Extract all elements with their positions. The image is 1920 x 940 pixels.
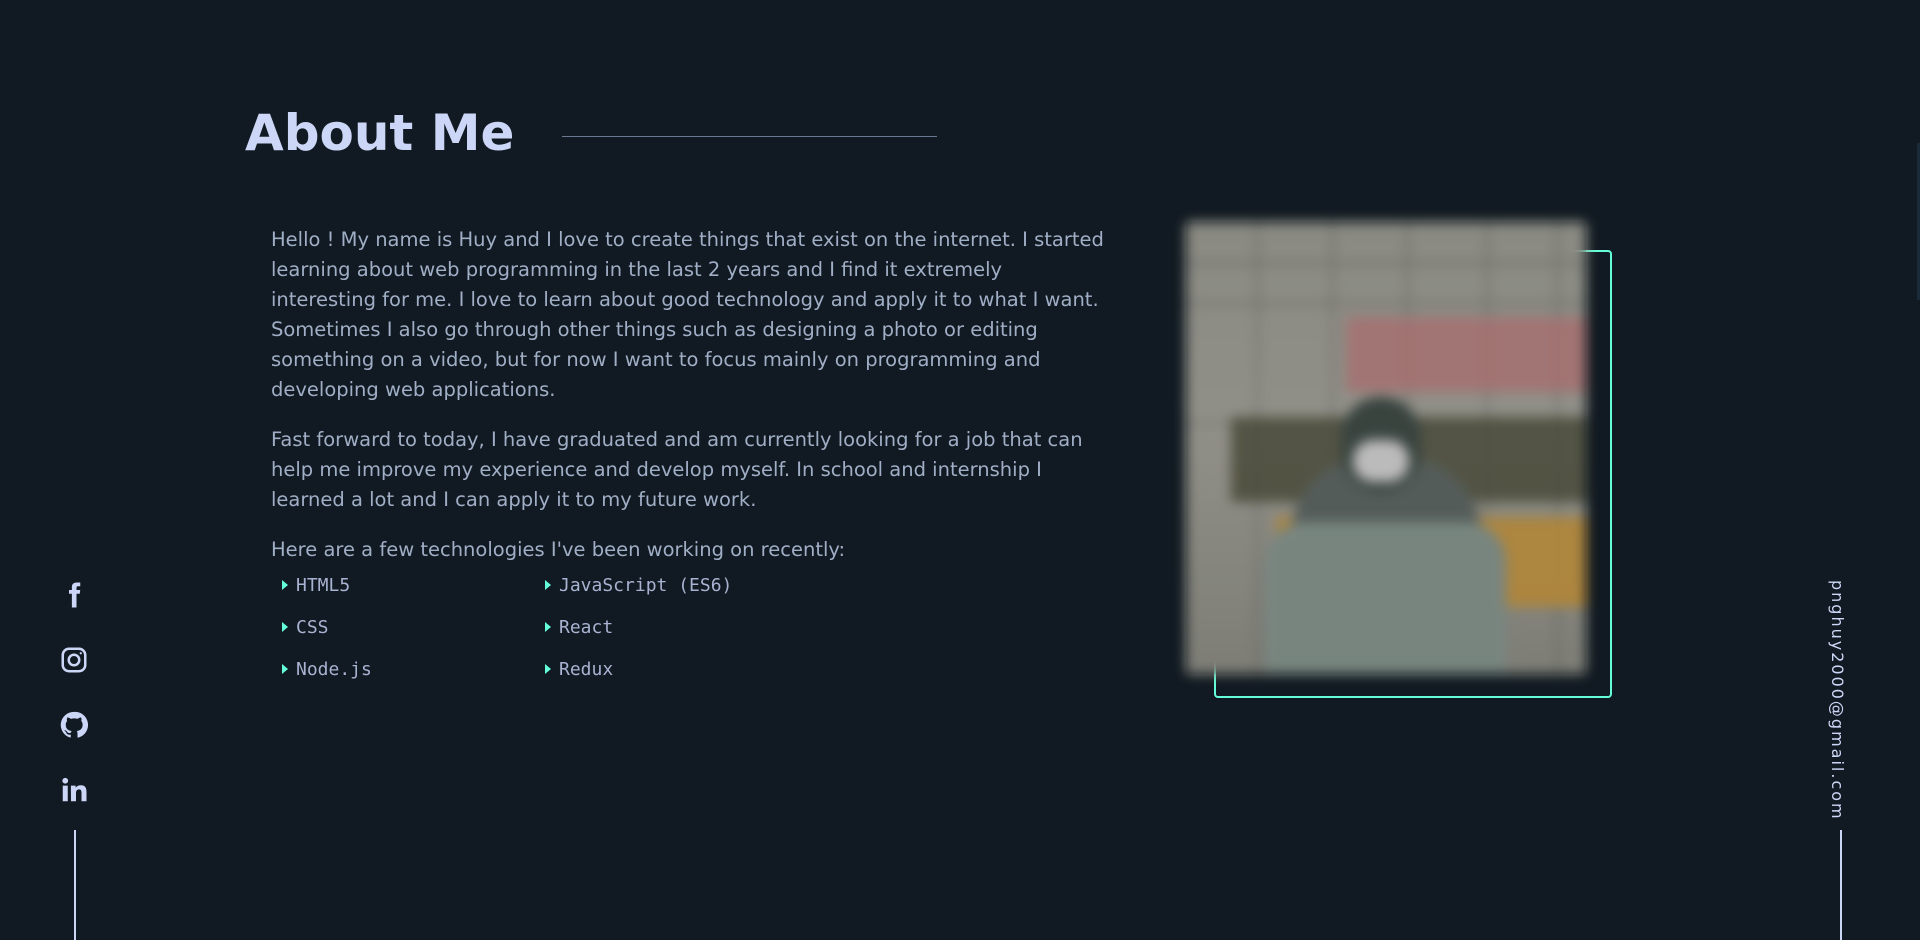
technology-label: Node.js (296, 658, 372, 680)
caret-right-icon (545, 664, 551, 674)
technology-item: CSS (282, 614, 545, 640)
github-icon (60, 711, 89, 738)
page: About Me Hello ! My name is Huy and I lo… (0, 0, 1920, 940)
technology-label: CSS (296, 616, 329, 638)
section-heading: About Me (245, 104, 938, 162)
technology-item: Node.js (282, 656, 545, 682)
about-paragraph: Fast forward to today, I have graduated … (271, 428, 1083, 511)
social-vertical-line (74, 830, 76, 940)
linkedin-icon (62, 777, 87, 802)
email-link[interactable]: pnghuy2000@gmail.com (1828, 580, 1847, 821)
heading-divider (562, 135, 938, 137)
technology-item: JavaScript (ES6) (545, 572, 808, 598)
instagram-icon (61, 647, 87, 673)
about-text: Hello ! My name is Huy and I love to cre… (271, 225, 1106, 585)
social-links (56, 578, 92, 838)
technology-list: HTML5 JavaScript (ES6) CSS React Node.js… (282, 572, 808, 682)
technology-item: Redux (545, 656, 808, 682)
technology-item: React (545, 614, 808, 640)
profile-photo-wrapper[interactable] (1186, 222, 1612, 698)
technology-label: Redux (559, 658, 614, 680)
section-title: About Me (245, 104, 515, 162)
technology-label: JavaScript (ES6) (559, 574, 733, 596)
facebook-link[interactable] (57, 578, 91, 612)
email-sidebar: pnghuy2000@gmail.com (1828, 580, 1858, 821)
caret-right-icon (282, 622, 288, 632)
about-paragraph: Hello ! My name is Huy and I love to cre… (271, 228, 1104, 401)
photo-overlay (1186, 222, 1586, 674)
email-vertical-line (1840, 830, 1842, 940)
caret-right-icon (545, 580, 551, 590)
caret-right-icon (282, 580, 288, 590)
github-link[interactable] (57, 708, 91, 742)
facebook-icon (69, 582, 81, 608)
technology-label: HTML5 (296, 574, 351, 596)
instagram-link[interactable] (57, 643, 91, 677)
linkedin-link[interactable] (57, 773, 91, 807)
technology-item: HTML5 (282, 572, 545, 598)
about-paragraph: Here are a few technologies I've been wo… (271, 538, 846, 561)
caret-right-icon (545, 622, 551, 632)
technology-label: React (559, 616, 614, 638)
caret-right-icon (282, 664, 288, 674)
